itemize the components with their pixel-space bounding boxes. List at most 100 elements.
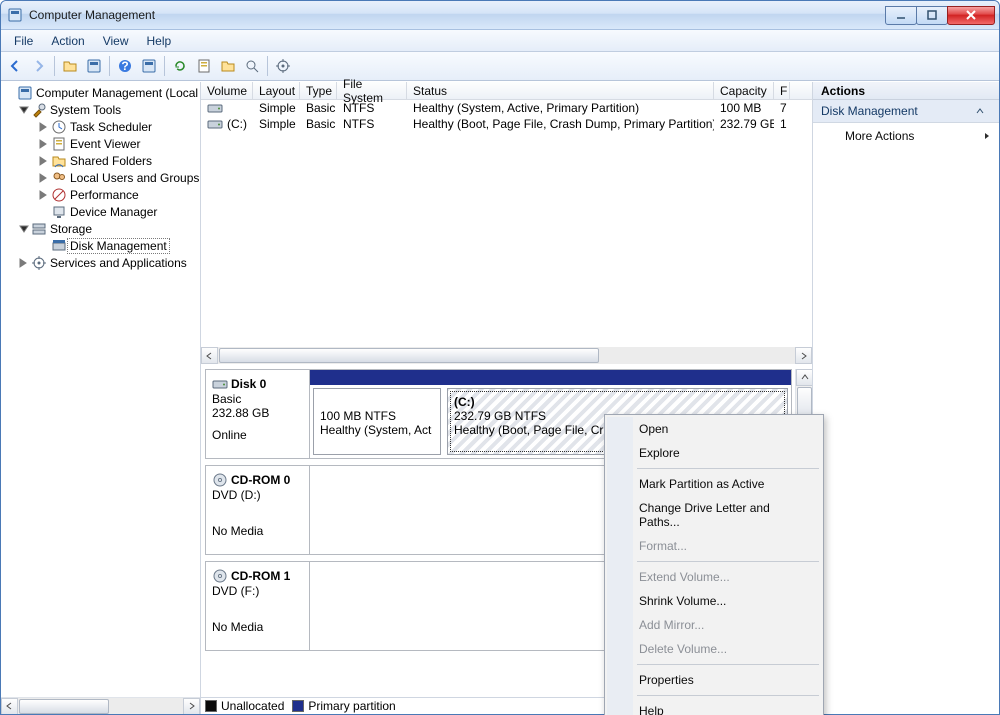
menu-item-add-mirror: Add Mirror...: [607, 613, 821, 637]
hscroll-right-icon[interactable]: [183, 698, 200, 715]
actions-section[interactable]: Disk Management: [813, 100, 999, 123]
maximize-button[interactable]: [916, 6, 948, 25]
menu-item-format: Format...: [607, 534, 821, 558]
body: Computer Management (LocalSystem Tools Ta…: [1, 81, 999, 714]
nav-back-button[interactable]: [4, 55, 26, 77]
partition[interactable]: 100 MB NTFSHealthy (System, Act: [313, 388, 441, 455]
disk-status: Online: [212, 428, 303, 442]
disk-status: No Media: [212, 524, 303, 538]
disk-type: Basic: [212, 392, 303, 406]
share-icon: [51, 153, 67, 169]
column-capacity[interactable]: Capacity: [714, 82, 774, 99]
event-icon: [51, 136, 67, 152]
cell: Simple: [253, 101, 300, 115]
menu-item-change-drive-letter-and-paths[interactable]: Change Drive Letter and Paths...: [607, 496, 821, 534]
tree-item-0-0[interactable]: Task Scheduler: [1, 118, 200, 135]
disk-info[interactable]: CD-ROM 0DVD (D:)No Media: [206, 466, 310, 554]
properties-button[interactable]: [83, 55, 105, 77]
expand-icon[interactable]: [39, 190, 49, 200]
window: Computer Management FileActionViewHelp ?…: [0, 0, 1000, 715]
volume-row[interactable]: SimpleBasicNTFSHealthy (System, Active, …: [201, 100, 812, 116]
column-f[interactable]: F: [774, 82, 790, 99]
svg-text:?: ?: [121, 59, 128, 73]
column-file-system[interactable]: File System: [337, 82, 407, 99]
menu-separator: [637, 468, 819, 469]
hscroll-right-icon[interactable]: [795, 347, 812, 364]
column-status[interactable]: Status: [407, 82, 714, 99]
menu-item-open[interactable]: Open: [607, 417, 821, 441]
settings-button[interactable]: [272, 55, 294, 77]
menu-view[interactable]: View: [94, 32, 138, 50]
disk-name: CD-ROM 0: [231, 473, 290, 487]
help-button[interactable]: ?: [114, 55, 136, 77]
collapse-icon[interactable]: [19, 105, 29, 115]
expand-icon[interactable]: [39, 173, 49, 183]
volume-row[interactable]: (C:)SimpleBasicNTFSHealthy (Boot, Page F…: [201, 116, 812, 132]
cd-icon: [212, 472, 228, 488]
menu-action[interactable]: Action: [42, 32, 93, 50]
menu-item-help[interactable]: Help: [607, 699, 821, 715]
hscroll-thumb[interactable]: [19, 699, 109, 714]
tree-root[interactable]: Computer Management (Local: [1, 84, 200, 101]
volume-hscrollbar[interactable]: [201, 347, 812, 364]
vscroll-up-icon[interactable]: [796, 369, 812, 386]
partition-bar: [310, 370, 791, 385]
tree-item-0-2[interactable]: Shared Folders: [1, 152, 200, 169]
tree-group-0[interactable]: System Tools: [1, 101, 200, 118]
export-list-button[interactable]: [193, 55, 215, 77]
hscroll-left-icon[interactable]: [201, 347, 218, 364]
show-hide-tree-button[interactable]: [138, 55, 160, 77]
column-volume[interactable]: Volume: [201, 82, 253, 99]
disk-info[interactable]: Disk 0Basic232.88 GBOnline: [206, 370, 310, 458]
tree-item-1-0[interactable]: Disk Management: [1, 237, 200, 254]
hscroll-thumb[interactable]: [219, 348, 599, 363]
cell: Healthy (Boot, Page File, Crash Dump, Pr…: [407, 117, 714, 131]
menu-bar: FileActionViewHelp: [1, 30, 999, 52]
menu-file[interactable]: File: [5, 32, 42, 50]
expand-icon[interactable]: [39, 139, 49, 149]
disk-info[interactable]: CD-ROM 1DVD (F:)No Media: [206, 562, 310, 650]
tree-label: Computer Management (Local: [36, 86, 198, 100]
refresh-button[interactable]: [169, 55, 191, 77]
actions-pane: Actions Disk Management More Actions: [813, 82, 999, 714]
disk-type: DVD (F:): [212, 584, 303, 598]
cell: Simple: [253, 117, 300, 131]
menu-item-shrink-volume[interactable]: Shrink Volume...: [607, 589, 821, 613]
expand-icon[interactable]: [39, 156, 49, 166]
cell: Basic: [300, 117, 337, 131]
menu-item-mark-partition-as-active[interactable]: Mark Partition as Active: [607, 472, 821, 496]
open-folder-button[interactable]: [217, 55, 239, 77]
cell: 100 MB: [714, 101, 774, 115]
column-type[interactable]: Type: [300, 82, 337, 99]
tree-item-0-4[interactable]: Performance: [1, 186, 200, 203]
collapse-icon[interactable]: [19, 224, 29, 234]
volume-icon: [207, 100, 223, 116]
close-button[interactable]: [947, 6, 995, 25]
tree-group-1[interactable]: Storage: [1, 220, 200, 237]
actions-item-label: More Actions: [845, 129, 914, 143]
hscroll-left-icon[interactable]: [1, 698, 18, 715]
tree-item-0-3[interactable]: Local Users and Groups: [1, 169, 200, 186]
expand-icon[interactable]: [39, 122, 49, 132]
tree-item-0-5[interactable]: Device Manager: [1, 203, 200, 220]
twist-spacer: [39, 241, 49, 251]
menu-item-explore[interactable]: Explore: [607, 441, 821, 465]
search-button[interactable]: [241, 55, 263, 77]
tree-label: Task Scheduler: [70, 120, 152, 134]
nav-forward-button[interactable]: [28, 55, 50, 77]
menu-help[interactable]: Help: [138, 32, 181, 50]
partition-title: (C:): [454, 395, 781, 409]
minimize-button[interactable]: [885, 6, 917, 25]
actions-item[interactable]: More Actions: [813, 123, 999, 149]
expand-icon[interactable]: [19, 258, 29, 268]
tree-item-0-1[interactable]: Event Viewer: [1, 135, 200, 152]
tree-label: Event Viewer: [70, 137, 140, 151]
column-layout[interactable]: Layout: [253, 82, 300, 99]
tree-label: Disk Management: [67, 238, 170, 254]
tree-group-2[interactable]: Services and Applications: [1, 254, 200, 271]
up-button[interactable]: [59, 55, 81, 77]
actions-header: Actions: [813, 82, 999, 100]
tree-label: Device Manager: [70, 205, 157, 219]
menu-item-properties[interactable]: Properties: [607, 668, 821, 692]
tree-hscrollbar[interactable]: [1, 697, 200, 714]
